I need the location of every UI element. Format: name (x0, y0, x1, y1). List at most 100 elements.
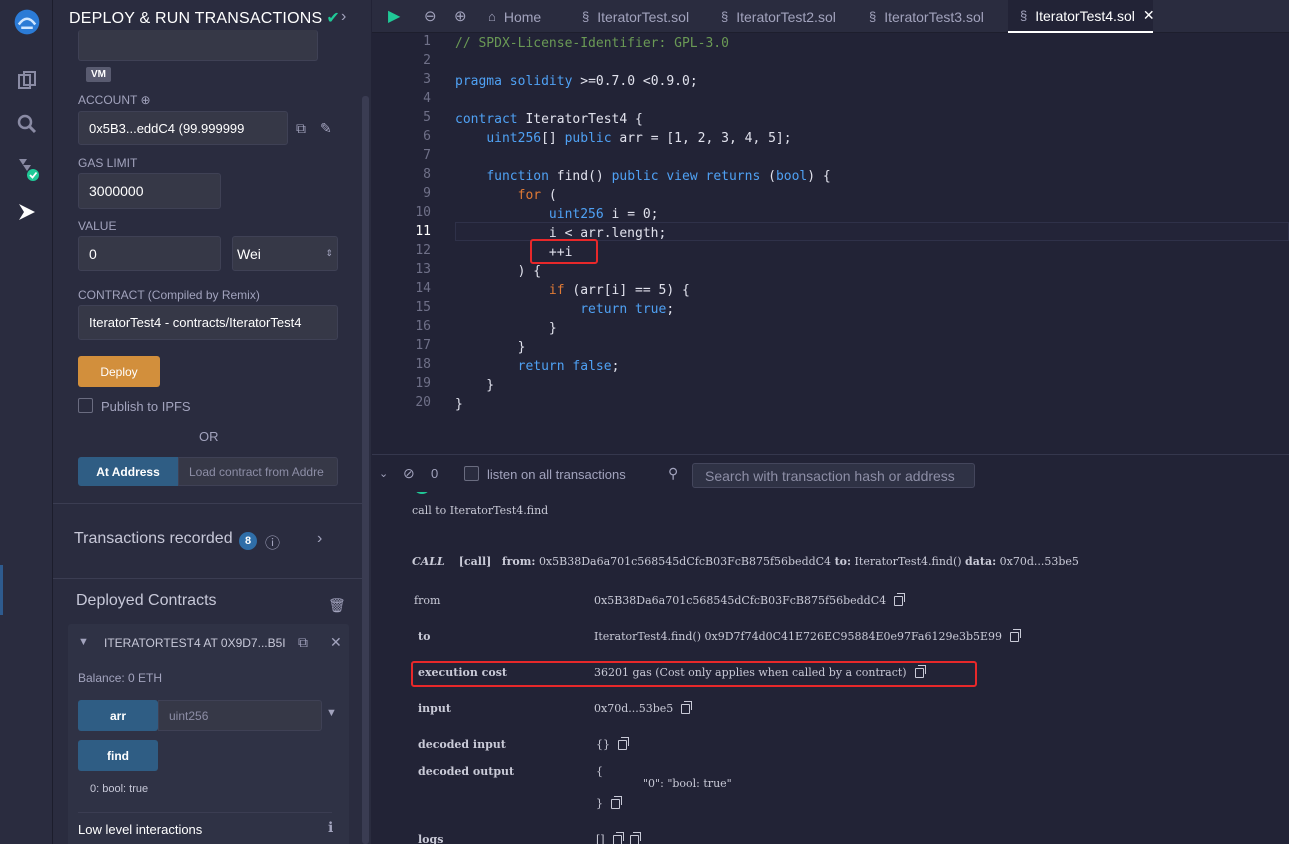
chevron-right-icon[interactable]: › (317, 530, 322, 548)
copy-icon[interactable] (618, 737, 629, 750)
value-input[interactable]: 0 (78, 236, 221, 271)
copy-icon[interactable] (612, 832, 624, 844)
listen-checkbox[interactable] (464, 466, 479, 481)
search-icon[interactable] (13, 110, 41, 138)
highlight-box (530, 239, 598, 264)
logs-label: logs (418, 833, 444, 844)
close-icon[interactable]: ✕ (330, 634, 342, 651)
unit-value: Wei (237, 245, 261, 262)
transactions-recorded-title[interactable]: Transactions recorded (74, 530, 233, 548)
chevron-right-icon[interactable]: › (341, 8, 347, 26)
at-address-input[interactable]: Load contract from Addre (178, 457, 338, 486)
home-icon: ⌂ (488, 9, 496, 24)
code-line: function find() public view returns (boo… (486, 169, 831, 184)
balance-text: Balance: 0 ETH (78, 671, 163, 685)
account-label: ACCOUNT ⊕ (78, 93, 151, 107)
code-line: ) { (455, 264, 542, 279)
divider (78, 812, 332, 813)
code-line: return false; (517, 359, 620, 374)
transaction-search-input[interactable]: Search with transaction hash or address (692, 463, 975, 488)
listen-label: listen on all transactions (487, 467, 626, 482)
select-arrows-icon: ⇕ (325, 248, 333, 258)
plus-circle-icon[interactable]: ⊕ (140, 93, 150, 107)
code-editor[interactable]: 1 2 3 4 5 6 7 8 9 10 11 12 13 14 15 16 17 18 19 20 // SPDX-… (372, 33, 1289, 454)
decoded-input-label: decoded input (418, 738, 506, 751)
info-icon[interactable]: ⓘ (265, 532, 280, 553)
clear-icon[interactable]: ⊘ (403, 465, 415, 482)
rail-indicator (0, 565, 3, 615)
line-number: 17 (415, 338, 431, 353)
at-address-button[interactable]: At Address (78, 457, 178, 486)
code-line: } (455, 378, 495, 393)
code-line: uint256 i = 0; (548, 207, 659, 222)
contract-value: IteratorTest4 - contracts/IteratorTest4 (89, 315, 302, 330)
line-number: 20 (415, 395, 431, 410)
code-line: for ( (517, 188, 557, 203)
copy-icon[interactable] (681, 701, 693, 714)
panel-scrollbar[interactable] (362, 96, 369, 844)
pending-count: 0 (431, 466, 439, 481)
line-number: 2 (423, 53, 431, 68)
edit-icon[interactable]: ✎ (320, 120, 332, 137)
deploy-run-icon[interactable] (13, 198, 41, 226)
chevron-down-icon[interactable]: ▼ (78, 636, 89, 648)
gas-limit-input[interactable]: 3000000 (78, 173, 221, 209)
unit-select[interactable]: Wei ⇕ (232, 236, 338, 271)
zoom-out-icon[interactable]: ⊖ (424, 7, 437, 25)
deploy-button[interactable]: Deploy (78, 356, 160, 387)
line-number: 13 (415, 262, 431, 277)
copy-icon[interactable]: ⧉ (296, 120, 306, 137)
or-text: OR (199, 429, 219, 444)
account-select[interactable]: 0x5B3...eddC4 (99.999999 (78, 111, 288, 145)
solidity-icon: § (1020, 8, 1028, 23)
decoded-output-open: { (596, 765, 603, 778)
gas-limit-label: GAS LIMIT (78, 156, 138, 170)
low-level-title: Low level interactions (78, 822, 203, 837)
solidity-icon: § (582, 9, 590, 24)
tab-home[interactable]: ⌂ Home (488, 0, 541, 33)
trash-icon[interactable]: 🗑 (328, 597, 346, 614)
find-button[interactable]: find (78, 740, 158, 771)
chevron-down-icon[interactable]: ▼ (326, 707, 337, 719)
line-number: 8 (423, 167, 431, 182)
status-success-icon (413, 492, 431, 494)
tab-iteratortest2[interactable]: § IteratorTest2.sol (721, 0, 836, 33)
terminal-output: call to IteratorTest4.find CALL [call] f… (372, 492, 1289, 844)
tab-iteratortest[interactable]: § IteratorTest.sol (582, 0, 689, 33)
compiler-icon[interactable] (13, 154, 41, 182)
file-explorer-icon[interactable] (13, 66, 41, 94)
line-number: 5 (423, 110, 431, 125)
copy-icon[interactable] (1010, 629, 1022, 642)
run-icon[interactable]: ▶ (388, 6, 400, 26)
line-number: 12 (415, 243, 431, 258)
collapse-icon[interactable]: ⌄ (379, 467, 388, 480)
close-icon[interactable]: ✕ (1143, 7, 1155, 24)
code-line: } (455, 340, 526, 355)
zoom-in-icon[interactable]: ⊕ (454, 7, 467, 25)
tab-iteratortest4[interactable]: § IteratorTest4.sol ✕ (1008, 0, 1155, 33)
call-line: call to IteratorTest4.find (412, 504, 549, 517)
solidity-icon: § (721, 9, 729, 24)
code-line: if (arr[i] == 5) { (548, 283, 690, 298)
decoded-output-label: decoded output (418, 765, 515, 778)
info-icon[interactable]: ℹ (328, 819, 333, 836)
line-number: 3 (423, 72, 431, 87)
copy-icon[interactable] (611, 796, 622, 809)
arr-input[interactable]: uint256 (158, 700, 322, 731)
copy-icon[interactable] (629, 832, 641, 844)
copy-icon[interactable]: ⧉ (298, 634, 308, 651)
arr-button[interactable]: arr (78, 700, 158, 731)
line-number: 7 (423, 148, 431, 163)
copy-icon[interactable] (894, 593, 906, 606)
remix-logo-icon[interactable] (13, 8, 41, 36)
contract-instance: ▼ ITERATORTEST4 AT 0X9D7...B5I ⧉ ✕ Balan… (68, 624, 349, 844)
contract-select[interactable]: IteratorTest4 - contracts/IteratorTest4 (78, 305, 338, 340)
publish-ipfs-checkbox[interactable] (78, 398, 93, 413)
environment-select[interactable] (78, 30, 318, 61)
account-value: 0x5B3...eddC4 (99.999999 (89, 120, 245, 136)
icon-rail (0, 0, 53, 844)
tab-iteratortest3[interactable]: § IteratorTest3.sol (869, 0, 984, 33)
call-summary[interactable]: CALL [call] from: 0x5B38Da6a701c568545dC… (412, 555, 1079, 568)
deployed-contracts-title: Deployed Contracts (76, 592, 217, 609)
code-line: } (455, 397, 463, 412)
